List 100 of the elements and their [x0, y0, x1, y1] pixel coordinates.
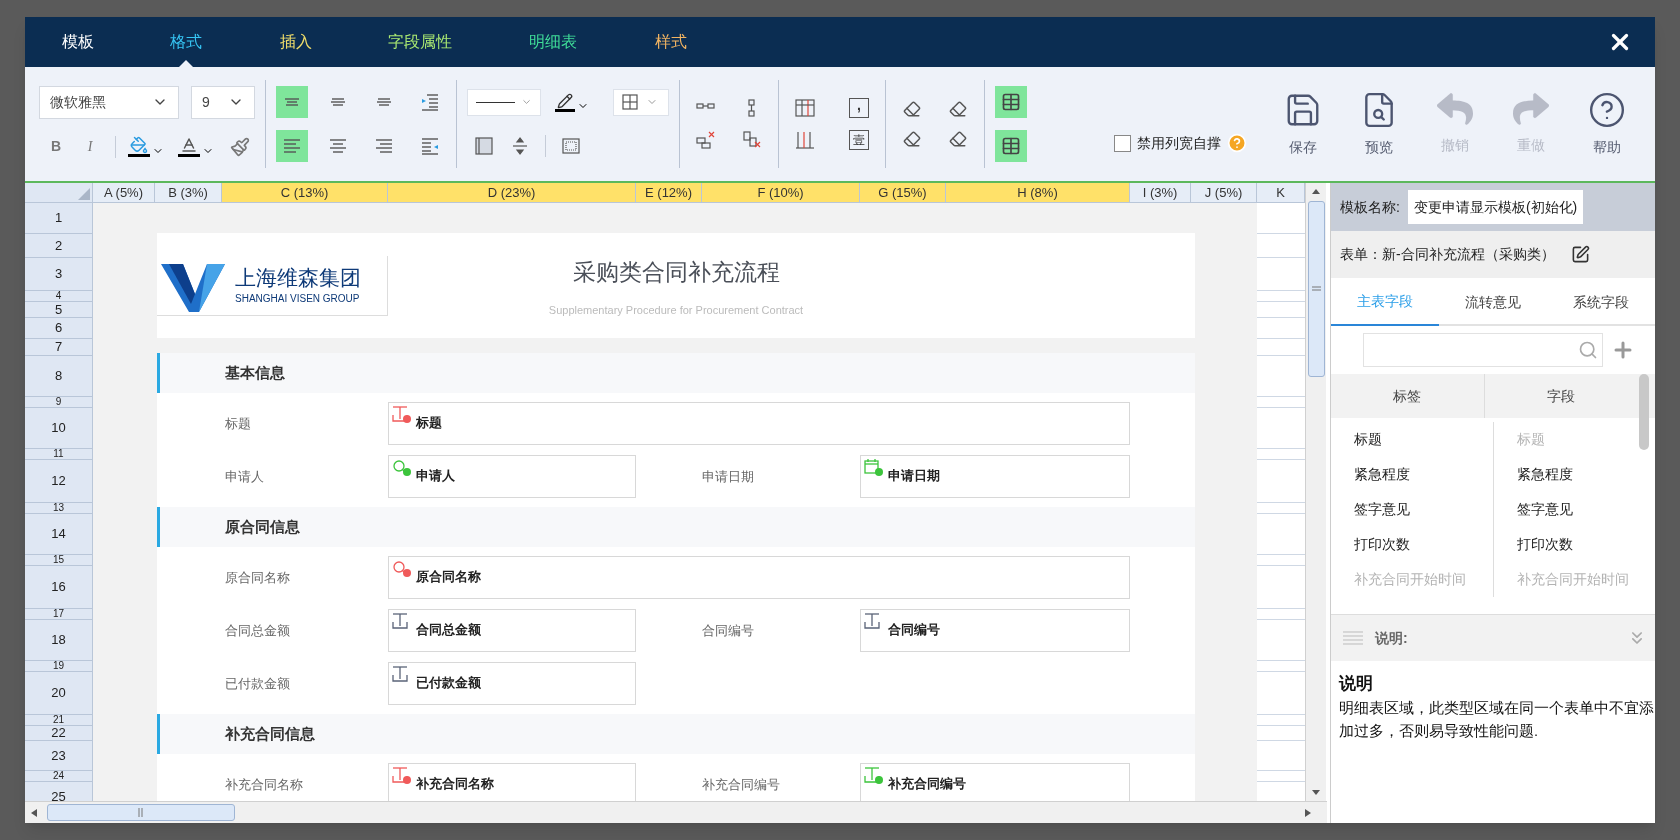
row-header[interactable]: 2: [25, 234, 93, 258]
size-select[interactable]: 9: [191, 85, 255, 119]
field-list-item[interactable]: 紧急程度: [1516, 464, 1573, 485]
column-header[interactable]: A (5%): [93, 183, 155, 203]
line-style-dropdown[interactable]: [467, 88, 541, 116]
scroll-thumb[interactable]: [47, 804, 235, 821]
row-header[interactable]: 9: [25, 397, 93, 408]
font-color-button[interactable]: [178, 136, 214, 157]
form-field[interactable]: 原合同名称: [388, 556, 1130, 599]
uppercase-number-button[interactable]: 壹: [849, 130, 869, 150]
eraser-icon[interactable]: [903, 100, 921, 118]
panel-tab[interactable]: 流转意见: [1439, 278, 1547, 326]
column-lines-icon[interactable]: [794, 98, 816, 118]
field-list-item[interactable]: 打印次数: [1354, 534, 1410, 555]
list-scroll-thumb[interactable]: [1639, 374, 1649, 450]
field-list-item[interactable]: 标题: [1354, 429, 1382, 450]
row-header[interactable]: 23: [25, 741, 93, 771]
italic-button[interactable]: I: [73, 136, 107, 157]
form-field[interactable]: 补充合同编号: [860, 763, 1130, 801]
row-header[interactable]: 4: [25, 291, 93, 302]
form-field[interactable]: 补充合同名称: [388, 763, 636, 801]
eraser-icon[interactable]: [949, 130, 967, 148]
align-button[interactable]: [276, 130, 308, 162]
row-lines-icon[interactable]: [794, 130, 816, 150]
row-header[interactable]: 21: [25, 715, 93, 726]
help-icon[interactable]: [1227, 133, 1247, 153]
panel-tab[interactable]: 系统字段: [1547, 278, 1655, 326]
ribbon-tab[interactable]: 插入: [263, 17, 371, 67]
row-header[interactable]: 7: [25, 339, 93, 356]
fill-color-button[interactable]: [128, 136, 164, 157]
row-header[interactable]: 19: [25, 661, 93, 672]
toolbar-action-button[interactable]: 保存: [1275, 90, 1331, 158]
search-field[interactable]: [1363, 333, 1603, 367]
column-header[interactable]: H (8%): [946, 183, 1130, 203]
field-list-item[interactable]: 签字意见: [1354, 499, 1410, 520]
row-header[interactable]: 24: [25, 771, 93, 782]
ribbon-tab[interactable]: 字段属性: [371, 17, 512, 67]
column-header[interactable]: K: [1257, 183, 1305, 203]
row-header[interactable]: 20: [25, 672, 93, 715]
column-header[interactable]: B (3%): [155, 183, 222, 203]
row-header[interactable]: 17: [25, 609, 93, 620]
border-dropdown[interactable]: [613, 88, 669, 116]
field-list-item[interactable]: 签字意见: [1516, 499, 1573, 520]
form-field[interactable]: 已付款金额: [388, 662, 636, 705]
row-header[interactable]: 15: [25, 555, 93, 566]
toolbar-action-button[interactable]: 帮助: [1579, 90, 1635, 158]
row-header[interactable]: 3: [25, 258, 93, 291]
grid-icon[interactable]: [560, 136, 582, 156]
column-header[interactable]: I (3%): [1130, 183, 1191, 203]
row-header[interactable]: 5: [25, 302, 93, 318]
row-header[interactable]: 10: [25, 408, 93, 449]
edit-icon[interactable]: [1570, 245, 1590, 264]
field-list-item[interactable]: 紧急程度: [1354, 464, 1410, 485]
form-field[interactable]: 申请日期: [860, 455, 1130, 498]
column-header[interactable]: E (12%): [636, 183, 702, 203]
border-icon[interactable]: [622, 94, 638, 110]
ribbon-tab[interactable]: 模板: [45, 17, 153, 67]
bold-button[interactable]: B: [39, 136, 73, 157]
form-field[interactable]: 申请人: [388, 455, 636, 498]
line-color-button[interactable]: [555, 92, 589, 112]
delete-column-icon[interactable]: [741, 130, 763, 150]
horizontal-scrollbar[interactable]: [25, 801, 1327, 823]
row-header[interactable]: 16: [25, 566, 93, 609]
form-field[interactable]: 标题: [388, 402, 1130, 445]
checkbox[interactable]: [1114, 134, 1131, 152]
row-header[interactable]: 6: [25, 318, 93, 339]
column-header[interactable]: F (10%): [702, 183, 860, 203]
table-button[interactable]: [995, 86, 1027, 118]
frame-icon[interactable]: [473, 136, 495, 156]
row-header[interactable]: 11: [25, 449, 93, 460]
thousands-button[interactable]: ,: [849, 98, 869, 118]
font-select[interactable]: 微软雅黑: [39, 85, 179, 119]
delete-row-icon[interactable]: [695, 130, 717, 150]
row-header[interactable]: 25: [25, 782, 93, 801]
row-header[interactable]: 18: [25, 620, 93, 661]
row-header[interactable]: 13: [25, 503, 93, 514]
table-button[interactable]: [995, 130, 1027, 162]
row-header[interactable]: 12: [25, 460, 93, 503]
field-list-item[interactable]: 打印次数: [1516, 534, 1573, 555]
column-header[interactable]: G (15%): [860, 183, 946, 203]
vertical-scrollbar[interactable]: [1305, 183, 1326, 801]
eraser-icon[interactable]: [949, 100, 967, 118]
form-field[interactable]: 合同总金额: [388, 609, 636, 652]
row-header[interactable]: 1: [25, 203, 93, 234]
column-header[interactable]: C (13%): [222, 183, 388, 203]
ribbon-tab[interactable]: 明细表: [512, 17, 638, 67]
row-header[interactable]: 14: [25, 514, 93, 555]
ribbon-tab[interactable]: 样式: [638, 17, 738, 67]
form-field[interactable]: 合同编号: [860, 609, 1130, 652]
format-brush-icon[interactable]: [230, 136, 250, 157]
eraser-icon[interactable]: [903, 130, 921, 148]
column-header[interactable]: J (5%): [1191, 183, 1257, 203]
row-header[interactable]: 22: [25, 726, 93, 741]
template-name-field[interactable]: 变更申请显示模板(初始化): [1407, 190, 1584, 224]
field-label: 补充合同名称: [225, 775, 304, 794]
align-button[interactable]: [276, 86, 308, 118]
row-header[interactable]: 8: [25, 356, 93, 397]
column-header[interactable]: D (23%): [388, 183, 636, 203]
scroll-thumb[interactable]: [1307, 201, 1325, 377]
toolbar-action-button[interactable]: 预览: [1351, 90, 1407, 158]
